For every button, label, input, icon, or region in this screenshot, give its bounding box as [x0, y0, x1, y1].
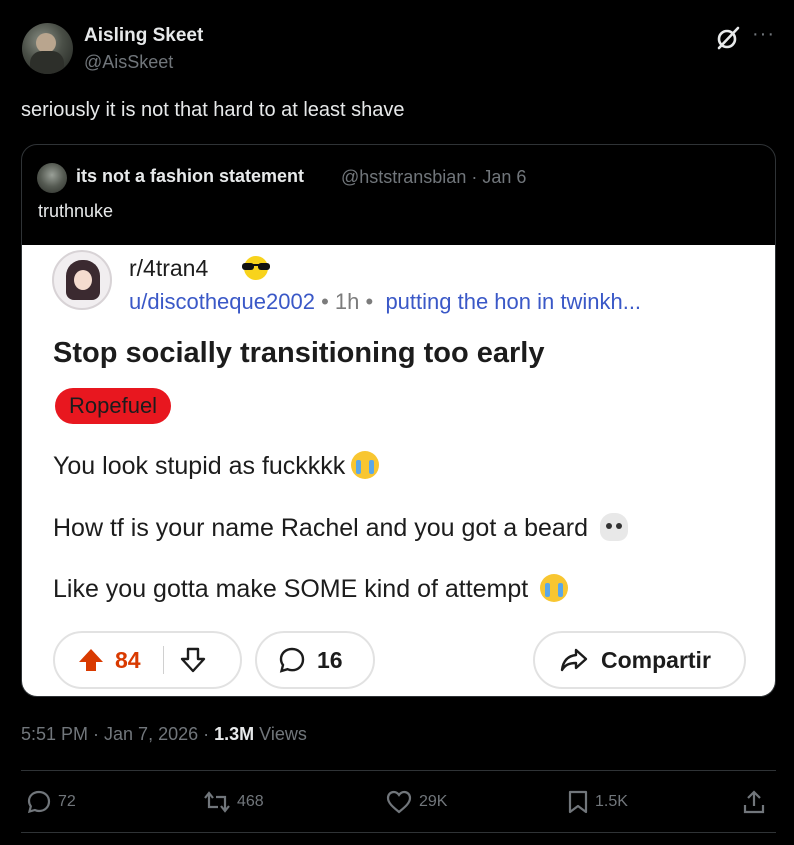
reply-count: 72 — [58, 793, 76, 810]
bookmark-count: 1.5K — [595, 793, 628, 810]
post-flair: Ropefuel — [55, 388, 172, 424]
post-line-3: Like you gotta make SOME kind of attempt — [53, 574, 569, 604]
crying-emoji-icon — [540, 574, 569, 602]
divider-top — [21, 770, 776, 771]
skull-emoji-icon — [600, 513, 629, 541]
upvote-count: 84 — [115, 646, 141, 673]
upvote-arrow-icon — [79, 649, 103, 671]
heart-icon — [386, 790, 412, 814]
quote-author-name: its not a fashion statement — [76, 166, 305, 186]
repost-count: 468 — [237, 793, 264, 810]
post-line-2: How tf is your name Rachel and you got a… — [53, 513, 629, 543]
reddit-user-avatar — [52, 250, 112, 310]
like-count: 29K — [419, 793, 448, 810]
views-count: 1.3M — [214, 724, 255, 744]
comment-bubble-icon — [279, 647, 305, 673]
author-handle[interactable]: @AisSkeet — [84, 52, 173, 73]
repost-button[interactable]: 468 — [203, 788, 264, 816]
post-line-1: You look stupid as fuckkkk — [53, 451, 380, 481]
tweet-text: seriously it is not that hard to at leas… — [21, 99, 405, 121]
more-options-icon[interactable]: ··· — [752, 23, 775, 46]
comments-pill: 16 — [255, 631, 375, 689]
like-button[interactable]: 29K — [385, 788, 447, 816]
divider-bottom — [21, 832, 776, 833]
bookmark-button[interactable]: 1.5K — [567, 788, 628, 816]
tweet-meta: 5:51 PM · Jan 7, 2026 · 1.3M Views — [21, 724, 307, 745]
quote-tweet-card[interactable]: its not a fashion statement @hststransbi… — [21, 144, 776, 697]
author-name[interactable]: Aisling Skeet — [84, 25, 203, 47]
reddit-username: u/discotheque2002 — [129, 289, 315, 314]
vote-pill: 84 — [53, 631, 242, 689]
crying-emoji-icon — [351, 451, 380, 479]
reddit-user-line: u/discotheque2002 • 1h • putting the hon… — [129, 289, 642, 314]
sunglasses-emoji-icon — [242, 256, 270, 280]
share-button[interactable] — [742, 788, 772, 816]
downvote-arrow-icon — [180, 647, 205, 673]
views-label: Views — [254, 724, 307, 744]
quote-author-avatar[interactable] — [37, 163, 67, 193]
bookmark-icon — [568, 790, 588, 814]
repost-icon — [204, 791, 230, 813]
grok-icon[interactable] — [715, 25, 741, 51]
share-arrow-icon — [560, 648, 588, 672]
share-pill: Compartir — [533, 631, 746, 689]
post-time: 1h — [334, 289, 360, 314]
reply-icon — [27, 790, 51, 814]
quote-media-image[interactable]: r/4tran4 u/discotheque2002 • 1h • puttin… — [22, 245, 775, 696]
share-label: Compartir — [601, 646, 711, 673]
share-icon — [743, 790, 765, 814]
quote-author-meta: @hststransbian · Jan 6 — [341, 167, 527, 187]
comment-count: 16 — [317, 646, 343, 673]
post-title: Stop socially transitioning too early — [53, 337, 545, 369]
author-avatar[interactable] — [22, 23, 73, 74]
tweet-timestamp[interactable]: 5:51 PM · Jan 7, 2026 · — [21, 724, 214, 744]
quote-text: truthnuke — [38, 201, 114, 221]
subreddit-name: r/4tran4 — [129, 255, 209, 281]
reply-button[interactable]: 72 — [26, 788, 76, 816]
user-flair: putting the hon in twinkh... — [385, 289, 642, 314]
